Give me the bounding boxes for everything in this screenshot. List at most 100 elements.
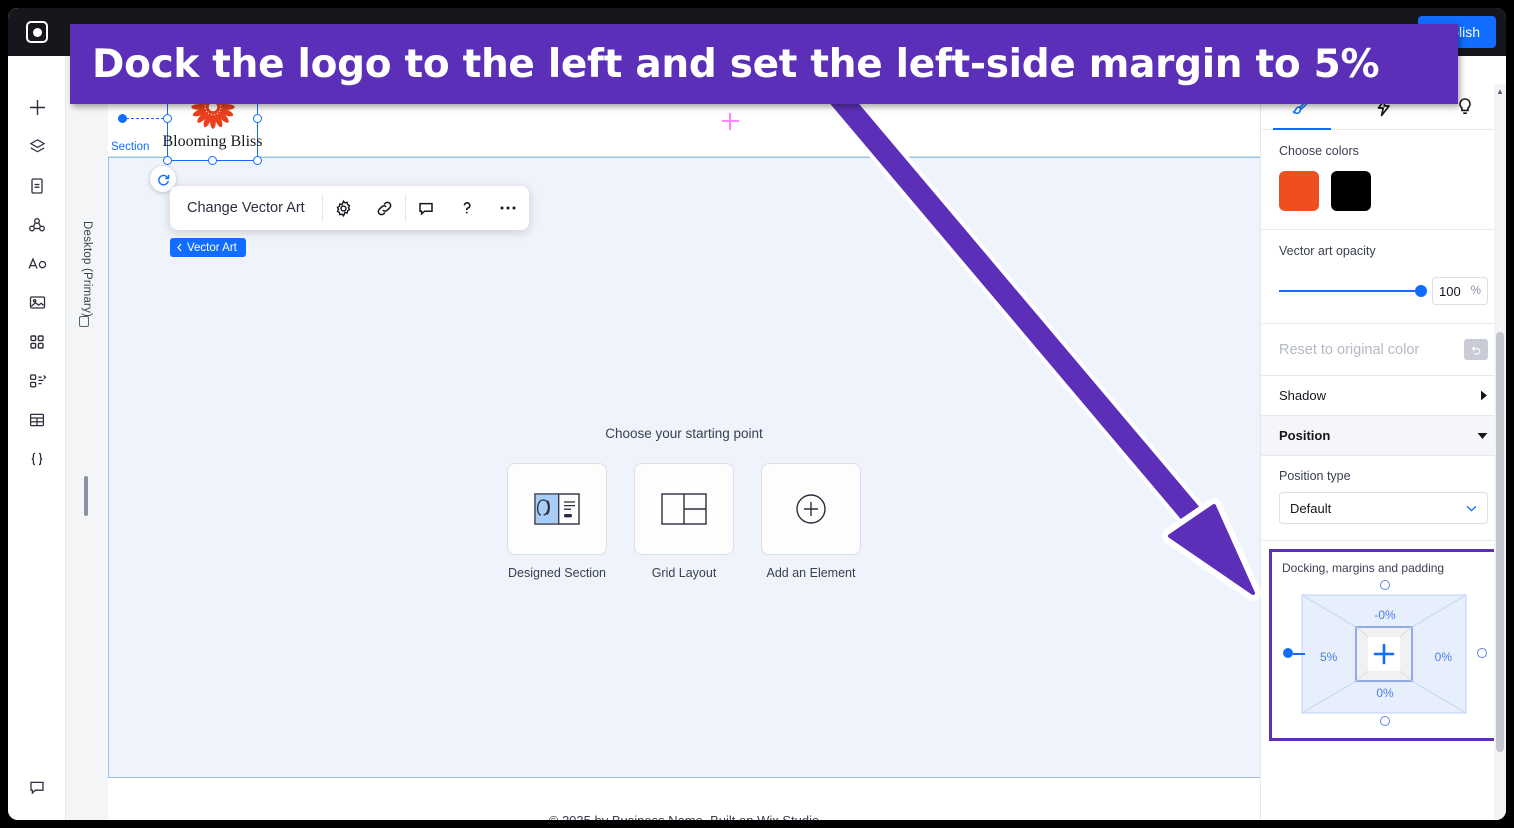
scroll-up-arrow[interactable]: ▲ [1496,88,1504,96]
rail-item-pages[interactable] [8,166,66,205]
resize-handle-bottom-center[interactable] [207,156,217,165]
dock-radio-left[interactable] [1283,648,1293,658]
starting-point-card-add-element[interactable]: Add an Element [761,463,861,580]
card-label: Designed Section [508,566,606,580]
resize-handle-bottom-right[interactable] [253,156,262,165]
opacity-value: 100 [1439,283,1461,299]
body-section[interactable]: Choose your starting point Designed Sect… [108,157,1260,820]
card-label: Grid Layout [651,566,717,580]
position-label: Position [1279,428,1331,443]
settings-button[interactable] [323,186,364,230]
shadow-label: Shadow [1279,388,1326,403]
wix-studio-link[interactable]: Wix Studio [757,813,819,820]
color-swatch-primary[interactable] [1279,171,1319,211]
shadow-accordion[interactable]: Shadow [1261,376,1506,416]
dock-indicator-dot [118,114,127,123]
reset-color-row[interactable]: Reset to original color [1261,324,1506,376]
opacity-unit: % [1470,285,1481,297]
footer-credit-text: © 2035 by Business Name. Built on [549,813,757,820]
change-vector-art-button[interactable]: Change Vector Art [170,194,323,222]
docking-left-value[interactable]: 5% [1320,650,1337,664]
rail-item-widgets[interactable] [8,361,66,400]
choose-colors-label: Choose colors [1279,144,1359,158]
docking-right-value[interactable]: 0% [1435,650,1452,664]
docking-widget: -0% 5% 0% 0% [1282,579,1488,727]
position-type-value: Default [1290,500,1332,516]
designed-section-icon [534,493,580,525]
rail-item-media[interactable] [8,283,66,322]
plus-circle-icon [796,494,826,524]
dock-indicator-line [121,118,169,119]
reset-color-button[interactable] [1464,339,1488,360]
undo-icon [1471,345,1481,354]
starting-point-card-grid-layout[interactable]: Grid Layout [634,463,734,580]
color-swatch-secondary[interactable] [1331,171,1371,211]
element-toolbar: Change Vector Art [170,186,529,230]
instruction-text: Dock the logo to the left and set the le… [92,41,1380,87]
stage-resize-handle[interactable] [84,476,88,516]
starting-point-card-designed-section[interactable]: Designed Section [507,463,607,580]
resize-handle-middle-right[interactable] [253,113,262,123]
docking-top-value[interactable]: -0% [1374,608,1395,622]
dock-radio-bottom[interactable] [1380,716,1390,726]
starting-point-title: Choose your starting point [605,426,763,441]
logo-brand-text: Blooming Bliss [162,133,263,150]
comment-icon [419,202,433,216]
element-breadcrumb-pill[interactable]: Vector Art [170,238,246,257]
docking-title: Docking, margins and padding [1282,561,1445,575]
reset-color-label: Reset to original color [1279,341,1420,358]
chevron-down-icon [1466,505,1477,511]
opacity-slider-knob[interactable] [1415,285,1427,297]
rail-item-layers[interactable] [8,127,66,166]
more-button[interactable] [488,186,529,230]
image-icon [29,296,45,309]
lightbulb-icon [1459,97,1471,114]
opacity-slider[interactable] [1279,285,1427,297]
footer-credit: © 2035 by Business Name. Built on Wix St… [108,813,1260,820]
resize-handle-bottom-left[interactable] [163,156,172,165]
left-rail [8,8,66,820]
rail-item-tables[interactable] [8,400,66,439]
ellipsis-icon [500,206,516,210]
rail-item-comments[interactable] [8,767,66,806]
rail-item-apps[interactable] [8,322,66,361]
widget-icon [29,373,46,387]
rail-item-dev-mode[interactable] [8,439,66,478]
layers-icon [29,139,45,153]
breadcrumb-pill-label: Vector Art [187,241,237,254]
opacity-label: Vector art opacity [1279,244,1376,258]
docking-diagram [1301,594,1467,714]
table-icon [29,413,45,426]
rail-item-add-elements[interactable] [8,88,66,127]
section-label: Section [111,141,150,153]
panel-scrollbar-thumb[interactable] [1496,332,1504,752]
help-button[interactable] [447,186,488,230]
position-type-section: Position type Default [1261,456,1506,541]
question-icon [463,201,471,214]
page-canvas: Blooming Bliss Section Choose your start… [108,56,1260,820]
chevron-left-icon [177,243,182,252]
position-accordion[interactable]: Position [1261,416,1506,456]
rail-item-text[interactable] [8,244,66,283]
chevron-down-icon [1477,432,1488,439]
text-icon [28,256,47,269]
panel-scrollbar[interactable]: ▲ [1494,84,1506,820]
docking-section: Docking, margins and padding -0% 5% 0% 0… [1269,549,1498,741]
wix-studio-logo-icon[interactable] [8,8,66,56]
resize-handle-middle-left[interactable] [163,113,172,123]
rail-item-cms[interactable] [8,205,66,244]
link-icon [377,201,392,215]
dock-left-connector [1293,653,1305,655]
dock-radio-top[interactable] [1380,580,1390,590]
docking-bottom-value[interactable]: 0% [1376,686,1393,700]
position-type-label: Position type [1279,469,1351,483]
comment-button[interactable] [406,186,447,230]
opacity-input[interactable]: 100 % [1432,277,1488,305]
viewport-label: Desktop (Primary) [81,221,93,318]
chevron-right-icon [1481,390,1487,401]
link-button[interactable] [364,186,405,230]
dock-radio-right[interactable] [1477,648,1487,658]
add-marker-icon[interactable] [722,113,739,130]
position-type-select[interactable]: Default [1279,492,1488,524]
desktop-icon [79,316,89,327]
